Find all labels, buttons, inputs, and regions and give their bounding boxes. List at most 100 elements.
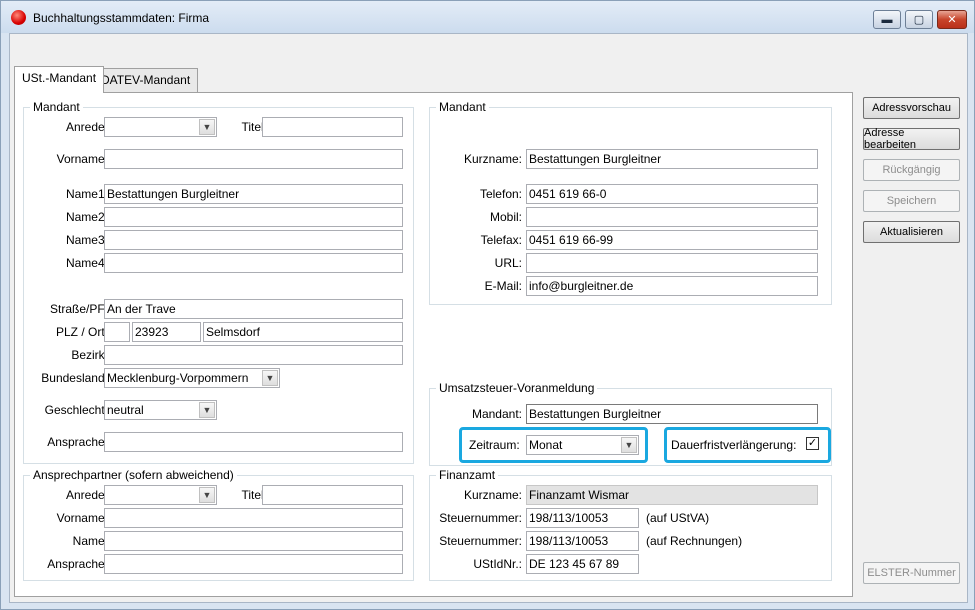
tab-datev-mandant[interactable]: DATEV-Mandant xyxy=(93,68,199,92)
chevron-down-icon: ▼ xyxy=(262,370,278,386)
steuernummer2-note: (auf Rechnungen) xyxy=(646,534,743,548)
url-input[interactable] xyxy=(526,253,818,273)
fa-kurzname-input: Finanzamt Wismar xyxy=(526,485,818,505)
title-bar[interactable]: Buchhaltungsstammdaten: Firma ▬ ▢ ✕ xyxy=(1,1,974,33)
plz-ort-label: PLZ / Ort: xyxy=(55,325,108,339)
close-button[interactable]: ✕ xyxy=(937,10,967,29)
anrede-label: Anrede: xyxy=(65,120,108,134)
mandant-group-title: Mandant xyxy=(30,100,83,114)
name1-label: Name1: xyxy=(65,187,108,201)
ap-name-input[interactable] xyxy=(104,531,403,551)
bundesland-value: Mecklenburg-Vorpommern xyxy=(107,371,249,385)
ap-ansprache-input[interactable] xyxy=(104,554,403,574)
mobil-input[interactable] xyxy=(526,207,818,227)
ap-titel-input[interactable] xyxy=(262,485,403,505)
titel-input[interactable] xyxy=(262,117,403,137)
name4-input[interactable] xyxy=(104,253,403,273)
name4-label: Name4: xyxy=(65,256,108,270)
ansprache-label: Ansprache: xyxy=(47,435,108,449)
client-area: USt.-Mandant DATEV-Mandant Mandant Anred… xyxy=(9,33,968,603)
zeitraum-select[interactable]: Monat ▼ xyxy=(526,435,639,455)
chevron-down-icon: ▼ xyxy=(199,487,215,503)
zeitraum-label: Zeitraum: xyxy=(469,438,520,452)
steuernummer1-note: (auf UStVA) xyxy=(646,511,710,525)
adressvorschau-button[interactable]: Adressvorschau xyxy=(863,97,960,119)
dauerfrist-checkbox[interactable]: ✓ xyxy=(806,437,819,450)
ap-vorname-input[interactable] xyxy=(104,508,403,528)
tab-ust-mandant[interactable]: USt.-Mandant xyxy=(14,66,105,93)
mobil-label: Mobil: xyxy=(489,210,522,224)
ap-anrede-label: Anrede: xyxy=(65,488,108,502)
tab-panel: Mandant Anrede: ▼ Titel: Vorname: Name1:… xyxy=(14,92,853,597)
rueckgaengig-button[interactable]: Rückgängig xyxy=(863,159,960,181)
maximize-button[interactable]: ▢ xyxy=(905,10,933,29)
ap-vorname-label: Vorname: xyxy=(56,511,108,525)
steuernummer2-input[interactable]: 198/113/10053 xyxy=(526,531,639,551)
close-icon: ✕ xyxy=(947,14,957,26)
name2-label: Name2: xyxy=(65,210,108,224)
telefax-label: Telefax: xyxy=(480,233,522,247)
mandant-contact-group: Mandant Kurzname: Bestattungen Burgleitn… xyxy=(429,100,832,305)
ap-name-label: Name: xyxy=(72,534,108,548)
adresse-bearbeiten-button[interactable]: Adresse bearbeiten xyxy=(863,127,960,151)
land-input[interactable] xyxy=(104,322,130,342)
telefon-input[interactable]: 0451 619 66-0 xyxy=(526,184,818,204)
ustid-input[interactable]: DE 123 45 67 89 xyxy=(526,554,639,574)
ustid-label: UStIdNr.: xyxy=(473,557,522,571)
finanzamt-group: Finanzamt Kurzname: Finanzamt Wismar Ste… xyxy=(429,468,832,581)
bundesland-select[interactable]: Mecklenburg-Vorpommern ▼ xyxy=(104,368,280,388)
elster-nummer-button[interactable]: ELSTER-Nummer xyxy=(863,562,960,584)
aktualisieren-button[interactable]: Aktualisieren xyxy=(863,221,960,243)
plz-input[interactable]: 23923 xyxy=(132,322,201,342)
bezirk-input[interactable] xyxy=(104,345,403,365)
ustva-group-title: Umsatzsteuer-Voranmeldung xyxy=(436,381,598,395)
mandant-group: Mandant Anrede: ▼ Titel: Vorname: Name1:… xyxy=(23,100,414,464)
name3-label: Name3: xyxy=(65,233,108,247)
ap-anrede-select[interactable]: ▼ xyxy=(104,485,217,505)
geschlecht-value: neutral xyxy=(107,403,144,417)
geschlecht-label: Geschlecht: xyxy=(44,403,108,417)
ort-input[interactable]: Selmsdorf xyxy=(203,322,403,342)
telefon-label: Telefon: xyxy=(479,187,522,201)
ansprache-input[interactable] xyxy=(104,432,403,452)
url-label: URL: xyxy=(494,256,522,270)
minimize-button[interactable]: ▬ xyxy=(873,10,901,29)
chevron-down-icon: ▼ xyxy=(621,437,637,453)
app-logo-icon xyxy=(11,10,26,25)
name3-input[interactable] xyxy=(104,230,403,250)
name1-input[interactable]: Bestattungen Burgleitner xyxy=(104,184,403,204)
ustva-mandant-label: Mandant: xyxy=(471,407,522,421)
steuernummer2-label: Steuernummer: xyxy=(439,534,522,548)
telefax-input[interactable]: 0451 619 66-99 xyxy=(526,230,818,250)
chevron-down-icon: ▼ xyxy=(199,402,215,418)
bundesland-label: Bundesland: xyxy=(41,371,108,385)
kurzname-input[interactable]: Bestattungen Burgleitner xyxy=(526,149,818,169)
chevron-down-icon: ▼ xyxy=(199,119,215,135)
ustva-mandant-input[interactable]: Bestattungen Burgleitner xyxy=(526,404,818,424)
vorname-label: Vorname: xyxy=(56,152,108,166)
steuernummer1-label: Steuernummer: xyxy=(439,511,522,525)
mandant-contact-group-title: Mandant xyxy=(436,100,489,114)
ustva-group: Umsatzsteuer-Voranmeldung Mandant: Besta… xyxy=(429,381,832,466)
zeitraum-value: Monat xyxy=(529,438,563,452)
bezirk-label: Bezirk: xyxy=(71,348,108,362)
minimize-icon: ▬ xyxy=(881,13,893,26)
steuernummer1-input[interactable]: 198/113/10053 xyxy=(526,508,639,528)
strasse-label: Straße/PF: xyxy=(49,302,108,316)
dauerfrist-label: Dauerfristverlängerung: xyxy=(671,438,797,452)
speichern-button[interactable]: Speichern xyxy=(863,190,960,212)
maximize-icon: ▢ xyxy=(913,14,925,26)
email-label: E-Mail: xyxy=(484,279,522,293)
fa-kurzname-label: Kurzname: xyxy=(463,488,522,502)
anrede-select[interactable]: ▼ xyxy=(104,117,217,137)
name2-input[interactable] xyxy=(104,207,403,227)
window-title: Buchhaltungsstammdaten: Firma xyxy=(33,11,210,25)
email-input[interactable]: info@burgleitner.de xyxy=(526,276,818,296)
kurzname-label: Kurzname: xyxy=(463,152,522,166)
strasse-input[interactable]: An der Trave xyxy=(104,299,403,319)
geschlecht-select[interactable]: neutral ▼ xyxy=(104,400,217,420)
app-window: Buchhaltungsstammdaten: Firma ▬ ▢ ✕ USt.… xyxy=(0,0,975,610)
ap-ansprache-label: Ansprache: xyxy=(47,557,108,571)
ansprechpartner-group: Ansprechpartner (sofern abweichend) Anre… xyxy=(23,468,414,581)
vorname-input[interactable] xyxy=(104,149,403,169)
